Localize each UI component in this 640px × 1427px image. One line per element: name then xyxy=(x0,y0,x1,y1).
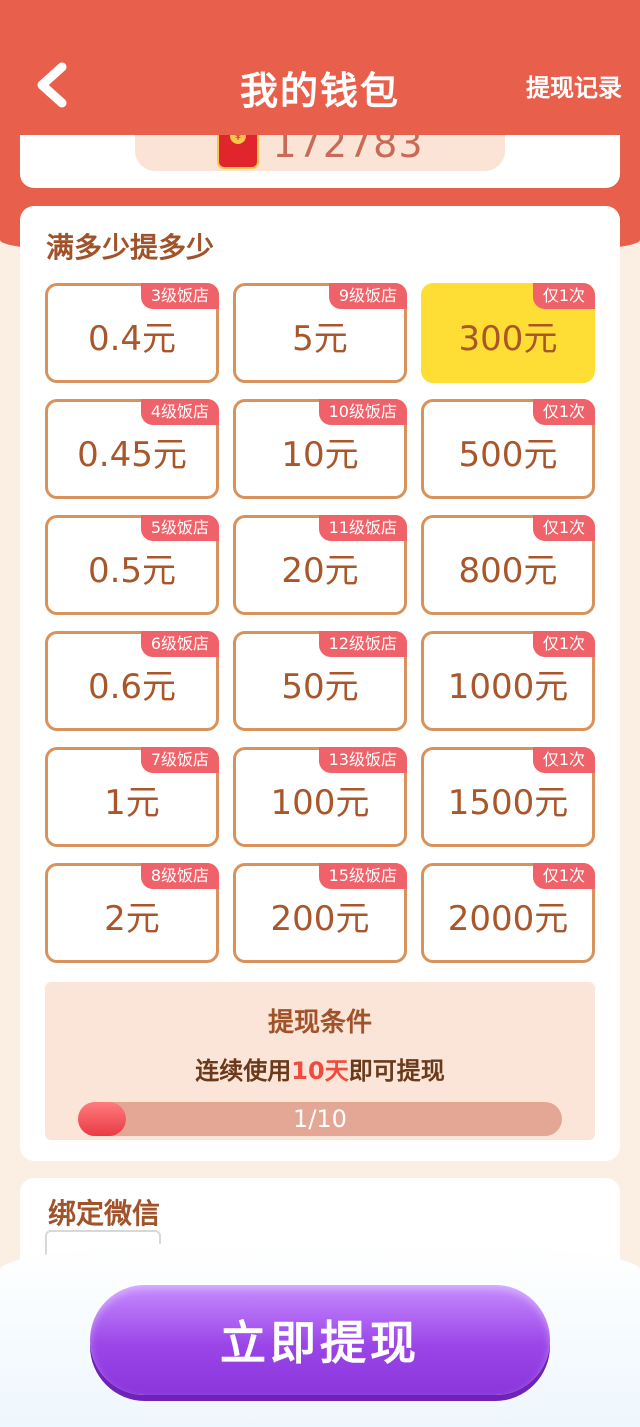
option-amount: 5元 xyxy=(292,318,348,359)
condition-description: 连续使用10天即可提现 xyxy=(195,1051,444,1086)
condition-title: 提现条件 xyxy=(267,1008,372,1038)
amount-option[interactable]: 仅1次 500元 xyxy=(421,399,595,499)
option-tag-badge: 13级饭店 xyxy=(318,747,407,773)
svg-text:¥: ¥ xyxy=(235,135,241,143)
bind-wechat-title: 绑定微信 xyxy=(48,1197,161,1230)
option-amount: 0.45元 xyxy=(77,434,187,475)
option-amount: 2000元 xyxy=(447,898,569,939)
option-amount: 300元 xyxy=(458,318,558,359)
option-tag-badge: 6级饭店 xyxy=(140,631,219,657)
option-tag-badge: 10级饭店 xyxy=(318,399,407,425)
option-tag-badge: 仅1次 xyxy=(532,399,595,425)
option-tag-badge: 仅1次 xyxy=(532,515,595,541)
progress-text: 1/10 xyxy=(293,1105,347,1133)
condition-desc-prefix: 连续使用 xyxy=(195,1057,292,1085)
amount-option[interactable]: 仅1次 1000元 xyxy=(421,631,595,731)
option-tag-badge: 仅1次 xyxy=(532,747,595,773)
option-amount: 1500元 xyxy=(447,782,569,823)
option-tag-badge: 7级饭店 xyxy=(140,747,219,773)
withdraw-history-link[interactable]: 提现记录 xyxy=(526,68,622,103)
option-tag-badge: 12级饭店 xyxy=(318,631,407,657)
progress-bar: 1/10 xyxy=(78,1102,562,1136)
app-header: 我的钱包 提现记录 xyxy=(0,0,640,135)
option-amount: 2元 xyxy=(104,898,160,939)
option-amount: 10元 xyxy=(281,434,359,475)
amount-option[interactable]: 仅1次 800元 xyxy=(421,515,595,615)
option-amount: 0.6元 xyxy=(87,666,177,707)
option-amount: 800元 xyxy=(458,550,558,591)
option-amount: 0.5元 xyxy=(87,550,177,591)
red-envelope-icon: ¥ xyxy=(217,135,260,169)
balance-pill: ¥ 172783 xyxy=(135,135,505,171)
option-tag-badge: 9级饭店 xyxy=(328,283,407,309)
option-tag-badge: 11级饭店 xyxy=(318,515,407,541)
amount-option[interactable]: 13级饭店 100元 xyxy=(233,747,407,847)
amount-option[interactable]: 9级饭店 5元 xyxy=(233,283,407,383)
option-tag-badge: 仅1次 xyxy=(532,283,595,309)
option-tag-badge: 8级饭店 xyxy=(140,863,219,889)
balance-value: 172783 xyxy=(272,135,424,166)
amount-option[interactable]: 12级饭店 50元 xyxy=(233,631,407,731)
amount-option[interactable]: 7级饭店 1元 xyxy=(45,747,219,847)
withdraw-condition-box: 提现条件 连续使用10天即可提现 1/10 xyxy=(45,982,595,1140)
option-tag-badge: 4级饭店 xyxy=(140,399,219,425)
page-title: 我的钱包 xyxy=(239,69,400,113)
option-amount: 200元 xyxy=(270,898,370,939)
amount-option[interactable]: 6级饭店 0.6元 xyxy=(45,631,219,731)
option-tag-badge: 5级饭店 xyxy=(140,515,219,541)
condition-desc-highlight: 10天 xyxy=(291,1057,349,1085)
amount-option[interactable]: 4级饭店 0.45元 xyxy=(45,399,219,499)
condition-desc-suffix: 即可提现 xyxy=(348,1057,445,1085)
amount-option[interactable]: 15级饭店 200元 xyxy=(233,863,407,963)
amount-options-grid: 3级饭店 0.4元 9级饭店 5元 仅1次 300元 4级饭店 0.45元 10级饭店 10元 仅1… xyxy=(45,283,595,963)
amount-option[interactable]: 5级饭店 0.5元 xyxy=(45,515,219,615)
option-tag-badge: 15级饭店 xyxy=(318,863,407,889)
option-amount: 1000元 xyxy=(447,666,569,707)
option-amount: 20元 xyxy=(281,550,359,591)
amount-option[interactable]: 仅1次 1500元 xyxy=(421,747,595,847)
withdraw-now-label: 立即提现 xyxy=(220,1316,420,1370)
option-amount: 50元 xyxy=(281,666,359,707)
chevron-left-icon xyxy=(37,62,67,108)
option-tag-badge: 仅1次 xyxy=(532,631,595,657)
option-tag-badge: 3级饭店 xyxy=(140,283,219,309)
amount-option[interactable]: 3级饭店 0.4元 xyxy=(45,283,219,383)
option-amount: 500元 xyxy=(458,434,558,475)
withdraw-options-card: 满多少提多少 3级饭店 0.4元 9级饭店 5元 仅1次 300元 4级饭店 0.45元 10级… xyxy=(20,206,620,1161)
amount-option[interactable]: 仅1次 300元 xyxy=(421,283,595,383)
balance-card: ¥ 172783 xyxy=(20,135,620,188)
option-tag-badge: 仅1次 xyxy=(532,863,595,889)
amount-option[interactable]: 8级饭店 2元 xyxy=(45,863,219,963)
withdraw-now-button[interactable]: 立即提现 xyxy=(90,1285,550,1395)
amount-option[interactable]: 10级饭店 10元 xyxy=(233,399,407,499)
options-section-title: 满多少提多少 xyxy=(46,231,215,264)
option-amount: 100元 xyxy=(270,782,370,823)
amount-option[interactable]: 11级饭店 20元 xyxy=(233,515,407,615)
option-amount: 0.4元 xyxy=(87,318,177,359)
back-button[interactable] xyxy=(30,60,74,110)
amount-option[interactable]: 仅1次 2000元 xyxy=(421,863,595,963)
option-amount: 1元 xyxy=(104,782,160,823)
